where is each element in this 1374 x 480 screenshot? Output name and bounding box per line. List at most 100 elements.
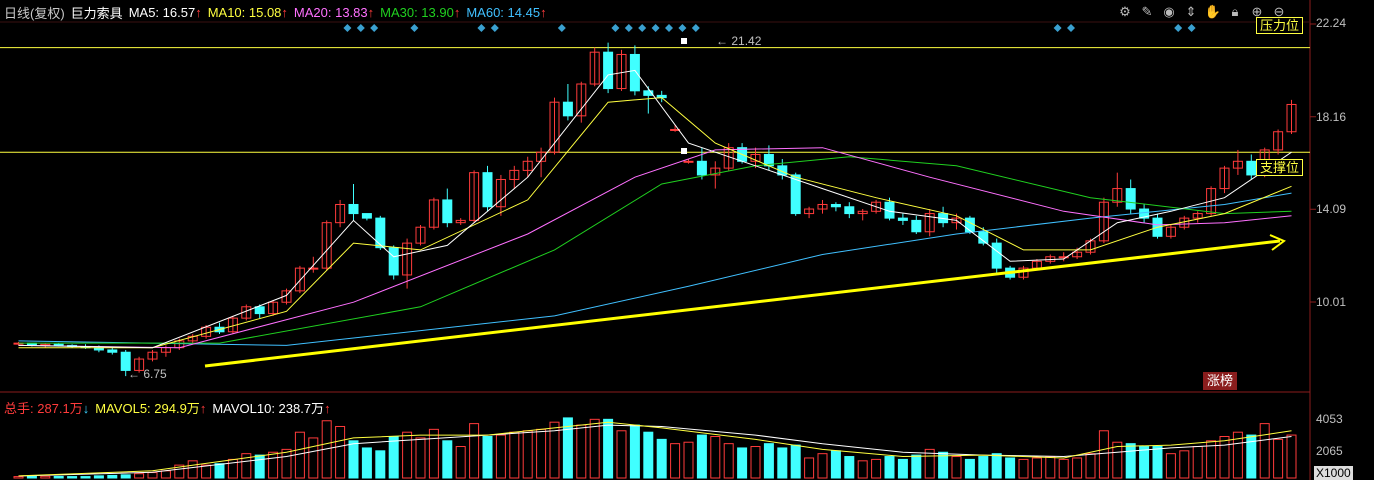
volume-bar: [254, 454, 265, 479]
volume-bar: [120, 474, 131, 479]
volume-bar: [495, 434, 506, 479]
candle-body: [388, 247, 399, 276]
signal-diamond: [490, 24, 499, 32]
eye-icon[interactable]: ◉: [1160, 3, 1178, 21]
candle-body: [1125, 188, 1136, 210]
volume-tick: 2065: [1316, 444, 1343, 458]
candle-body: [911, 219, 922, 233]
signal-diamond: [370, 24, 379, 32]
uptrend-line: [204, 239, 1281, 368]
candle-body: [562, 101, 573, 117]
candle-body: [107, 349, 118, 353]
candle-body: [964, 217, 975, 233]
volume-bar: [147, 472, 158, 479]
volume-bar: [187, 460, 198, 479]
signal-diamond: [477, 24, 486, 32]
stock-name: 巨力索具: [70, 5, 123, 21]
candle-body: [482, 172, 493, 208]
volume-bar: [1045, 456, 1056, 479]
volume-bar: [763, 443, 774, 479]
volume-bar: [1286, 434, 1297, 479]
ma5-label: MA5: 16.57↑: [128, 4, 202, 20]
total-volume-label: 总手: 287.1万↓: [4, 401, 90, 416]
pen-icon[interactable]: ✎: [1138, 3, 1156, 21]
volume-bar: [1152, 446, 1163, 479]
volume-bar: [13, 476, 24, 479]
volume-bar: [482, 435, 493, 479]
candle-body: [603, 51, 614, 90]
volume-bar: [643, 431, 654, 479]
volume-bar: [844, 456, 855, 479]
volume-header: 总手: 287.1万↓ MAVOL5: 294.9万↑ MAVOL10: 238…: [4, 398, 331, 417]
volume-bar: [830, 450, 841, 479]
ma20-label: MA20: 13.83↑: [293, 4, 375, 20]
volume-bar: [616, 430, 627, 479]
hand-icon[interactable]: ✋: [1204, 3, 1222, 21]
volume-bar: [469, 423, 480, 479]
volume-bar: [710, 435, 721, 479]
volume-bar: [160, 470, 171, 479]
resistance-tag[interactable]: 压力位: [1256, 17, 1304, 34]
volume-bar: [536, 428, 547, 479]
period-label[interactable]: 日线(复权): [4, 3, 65, 22]
volume-bar: [40, 475, 51, 479]
mavol5-label: MAVOL5: 294.9万↑: [95, 401, 207, 416]
volume-bar: [670, 443, 681, 479]
volume-bar: [1018, 458, 1029, 479]
volume-bar: [951, 456, 962, 479]
candle-body: [53, 343, 64, 346]
volume-bar: [201, 464, 212, 479]
volume-bar: [991, 453, 1002, 479]
candle-body: [897, 217, 908, 221]
volume-bar: [388, 435, 399, 479]
volume-bar: [281, 448, 292, 479]
volume-bar: [884, 456, 895, 479]
signal-diamond: [1067, 24, 1075, 32]
candle-body: [844, 206, 855, 215]
candle-body: [361, 213, 372, 219]
zb-badge[interactable]: 涨榜: [1203, 372, 1237, 390]
signal-diamond: [410, 24, 419, 32]
volume-bar: [1179, 450, 1190, 479]
signal-diamond: [678, 24, 687, 32]
volume-bar: [737, 447, 748, 479]
volume-bar: [93, 475, 104, 479]
volume-bar: [978, 456, 989, 479]
ma10-line: [18, 97, 1292, 349]
signal-diamond: [343, 24, 352, 32]
volume-bar: [1098, 430, 1109, 479]
volume-bar: [790, 444, 801, 479]
volume-bar: [1259, 423, 1270, 479]
volume-bar: [576, 424, 587, 479]
prev-high-marker: [681, 148, 687, 154]
candle-body: [348, 203, 359, 215]
volume-tick: 4053: [1316, 412, 1343, 426]
volume-bar: [1085, 453, 1096, 479]
mavol5-line: [18, 421, 1292, 477]
price-tick: 10.01: [1316, 295, 1347, 309]
lock-icon[interactable]: 🔒︎: [1226, 3, 1244, 21]
high-price-label: ← 21.42: [716, 34, 762, 48]
volume-bar: [911, 454, 922, 479]
signal-diamond: [1174, 24, 1183, 32]
gear-icon[interactable]: ⚙: [1116, 3, 1134, 21]
ma20-line: [18, 147, 1292, 349]
drag-icon[interactable]: ⇕: [1182, 3, 1200, 21]
volume-bar: [1219, 435, 1230, 479]
high-marker: [681, 38, 687, 44]
volume-bar: [897, 458, 908, 479]
volume-bar: [871, 458, 882, 479]
volume-bar: [455, 446, 466, 479]
volume-bar: [817, 453, 828, 479]
signal-diamond: [611, 24, 620, 32]
candle-body: [683, 160, 694, 163]
volume-bar: [964, 458, 975, 479]
support-tag[interactable]: 支撑位: [1256, 159, 1304, 176]
volume-bar: [1165, 453, 1176, 479]
ma30-label: MA30: 13.90↑: [380, 4, 461, 20]
mavol10-label: MAVOL10: 238.7万↑: [212, 401, 331, 416]
volume-bar: [1072, 457, 1083, 479]
candle-body: [629, 53, 640, 92]
volume-unit: X1000: [1314, 466, 1353, 480]
volume-bar: [107, 474, 118, 479]
